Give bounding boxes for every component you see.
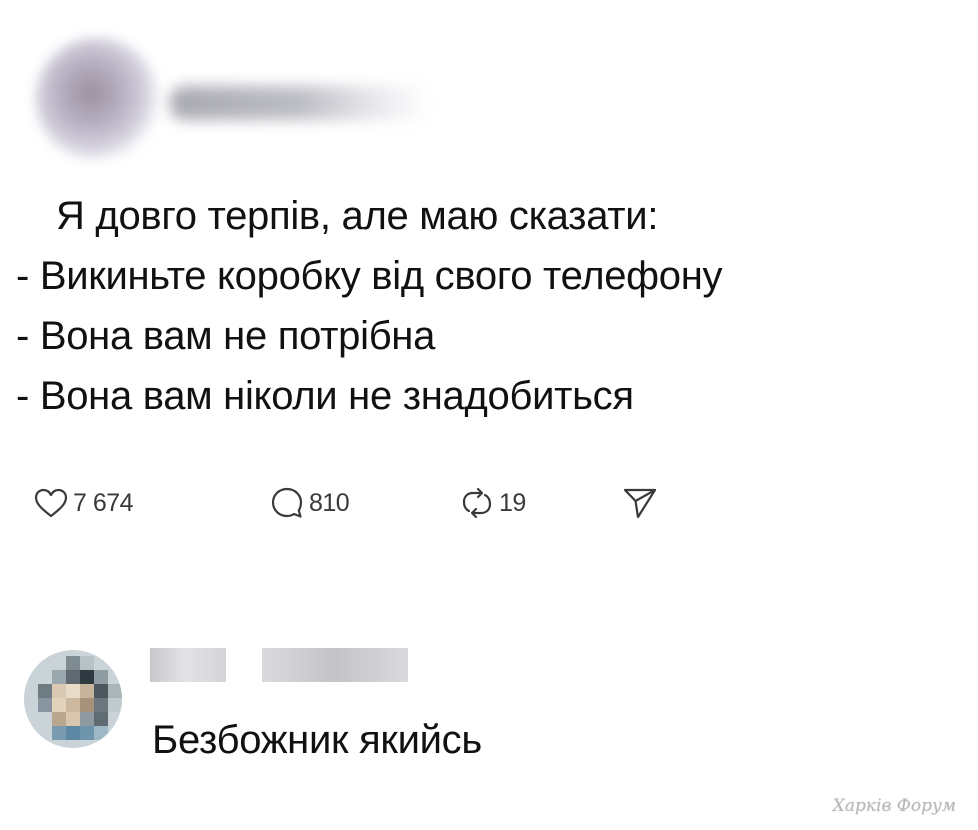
avatar-pixel [52,712,66,726]
avatar-pixel [108,684,122,698]
post-line: - Викиньте коробку від свого телефону [16,254,723,298]
reply-author-name-redacted[interactable] [150,648,226,682]
avatar-pixel [66,698,80,712]
post-line: - Вона вам не потрібна [16,314,436,358]
avatar-pixel [38,698,52,712]
author-name-redacted[interactable] [170,86,430,120]
comment-count: 810 [309,488,350,517]
avatar-pixel [94,670,108,684]
avatar-pixel [52,726,66,740]
like-count: 7 674 [73,488,134,517]
avatar-pixel [38,684,52,698]
reply-author-handle-redacted[interactable] [262,648,408,682]
repost-count: 19 [499,488,526,517]
post-action-bar: 7 674 810 19 [34,478,734,528]
reply-author-avatar[interactable] [24,650,122,748]
avatar-pixel [66,684,80,698]
share-button[interactable] [622,478,658,528]
repost-icon [460,486,494,520]
post-line: Я довго терпів, але маю сказати: [56,194,659,238]
avatar-pixel [80,670,94,684]
reply-text: Безбожник якийсь [152,718,482,762]
avatar-pixel [80,712,94,726]
like-button[interactable]: 7 674 [34,478,134,528]
comment-button[interactable]: 810 [270,478,350,528]
avatar-pixel [80,656,94,670]
avatar-pixel [80,698,94,712]
avatar-pixel [52,698,66,712]
send-icon [622,486,658,520]
author-avatar[interactable] [36,38,158,160]
comment-bubble-icon [270,486,304,520]
screenshot-page: Я довго терпів, але маю сказати: - Викин… [0,0,978,830]
avatar-pixel [66,656,80,670]
avatar-pixel [66,670,80,684]
repost-button[interactable]: 19 [460,478,526,528]
watermark: Харків Форум [832,796,956,816]
avatar-pixel [80,726,94,740]
avatar-pixel [66,712,80,726]
avatar-pixel [108,698,122,712]
avatar-pixel [80,684,94,698]
post-line: - Вона вам ніколи не знадобиться [16,374,634,418]
post-body: Я довго терпів, але маю сказати: - Викин… [16,186,966,426]
avatar-pixel [94,684,108,698]
avatar-pixel [94,698,108,712]
heart-icon [34,487,68,519]
avatar-pixel [94,726,108,740]
avatar-pixel [52,684,66,698]
avatar-pixel [66,726,80,740]
avatar-pixel [52,670,66,684]
avatar-pixel [94,712,108,726]
